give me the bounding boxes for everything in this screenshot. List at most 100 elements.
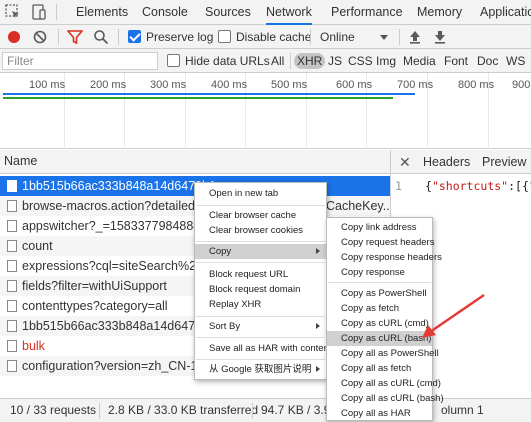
menu-item-sort-by-label: Sort By [209, 321, 241, 332]
overview-tick-label: 100 ms [29, 79, 66, 91]
file-icon [7, 320, 17, 332]
request-name: contenttypes?category=all [22, 299, 168, 313]
menu-item-copy-response-headers[interactable]: Copy response headers [327, 250, 442, 265]
menu-item-clear-cookies[interactable]: Clear browser cookies [195, 223, 326, 238]
request-name: configuration?version=zh_CN-157 [22, 359, 212, 373]
menu-separator [196, 205, 325, 206]
devtools-tab-bar: Elements Console Sources Network Perform… [0, 0, 531, 25]
filter-icon[interactable] [66, 29, 84, 48]
code-brace: { [425, 179, 432, 193]
response-code-text: {"shortcuts":[{"k [425, 176, 531, 196]
close-icon[interactable]: ✕ [399, 154, 411, 171]
menu-item-copy-all-curl-cmd[interactable]: Copy all as cURL (cmd) [327, 376, 441, 391]
filter-type-css[interactable]: CSS [345, 53, 376, 69]
menu-item-clear-cache[interactable]: Clear browser cache [195, 208, 326, 223]
tab-network[interactable]: Network [266, 0, 312, 25]
request-name: appswitcher?_=1583377984884 [22, 219, 201, 233]
clear-icon[interactable] [33, 30, 47, 47]
menu-item-copy[interactable]: Copy [195, 244, 326, 259]
context-menu: Open in new tab Clear browser cache Clea… [194, 182, 332, 380]
overview-download-bar [3, 97, 393, 99]
filter-type-img[interactable]: Img [373, 53, 399, 69]
export-har-icon[interactable] [433, 29, 447, 48]
menu-item-copy-response[interactable]: Copy response [327, 265, 432, 280]
request-name-tail: CacheKey... [326, 199, 391, 213]
status-separator [99, 403, 100, 419]
filter-type-xhr[interactable]: XHR [294, 53, 326, 69]
overview-tick-label: 900 ms [512, 79, 531, 91]
network-toolbar: Preserve log Disable cache Online [0, 25, 531, 49]
menu-separator [328, 282, 431, 283]
tab-separator [56, 4, 57, 20]
filter-input[interactable] [2, 52, 158, 70]
filter-type-font[interactable]: Font [441, 53, 471, 69]
throttling-value: Online [320, 30, 355, 44]
request-name: browse-macros.action?detailed=fa [22, 199, 213, 213]
menu-item-google-image-description[interactable]: 从 Google 获取图片说明 [195, 362, 326, 377]
device-toolbar-icon[interactable] [30, 3, 48, 21]
request-name: fields?filter=withUiSupport [22, 279, 167, 293]
transferred-size: 2.8 KB / 33.0 KB transferred [108, 403, 259, 417]
filter-type-all[interactable]: All [268, 53, 287, 69]
disable-cache-checkbox[interactable] [218, 30, 231, 43]
menu-item-copy-link[interactable]: Copy link address [327, 220, 432, 235]
chevron-right-icon [316, 248, 320, 254]
tab-preview[interactable]: Preview [482, 150, 526, 174]
inspect-element-icon[interactable] [4, 3, 22, 21]
menu-item-block-url[interactable]: Block request URL [195, 267, 326, 282]
overview-tick-label: 600 ms [336, 79, 373, 91]
cursor-column: olumn 1 [441, 403, 484, 417]
record-icon[interactable] [7, 30, 21, 47]
tab-headers[interactable]: Headers [423, 150, 470, 174]
filter-type-ws[interactable]: WS [503, 53, 528, 69]
menu-item-copy-request-headers[interactable]: Copy request headers [327, 235, 434, 250]
tab-application[interactable]: Application [480, 0, 531, 25]
menu-item-copy-all-fetch[interactable]: Copy all as fetch [327, 361, 432, 376]
toolbar-separator [399, 29, 400, 45]
request-name: expressions?cql=siteSearch%20~% [22, 259, 222, 273]
menu-item-copy-all-curl-bash[interactable]: Copy all as cURL (bash) [327, 391, 444, 406]
name-column-header[interactable]: Name [0, 150, 390, 174]
menu-item-replay-xhr[interactable]: Replay XHR [195, 297, 326, 312]
menu-separator [196, 337, 325, 338]
annotation-arrow-icon [422, 293, 485, 338]
resources-size: 94.7 KB / 3.9 [261, 403, 331, 417]
import-har-icon[interactable] [408, 29, 422, 48]
search-icon[interactable] [93, 29, 109, 48]
menu-separator [196, 262, 325, 263]
menu-item-copy-all-har[interactable]: Copy all as HAR [327, 406, 432, 421]
filter-type-media[interactable]: Media [400, 53, 439, 69]
network-overview[interactable]: 100 ms 200 ms 300 ms 400 ms 500 ms 600 m… [0, 73, 531, 149]
tab-performance[interactable]: Performance [331, 0, 403, 25]
overview-tick-label: 700 ms [397, 79, 434, 91]
chevron-right-icon [316, 366, 320, 372]
menu-item-copy-all-powershell[interactable]: Copy all as PowerShell [327, 346, 439, 361]
menu-item-save-har[interactable]: Save all as HAR with content [195, 341, 332, 356]
preserve-log-checkbox[interactable] [128, 30, 141, 43]
filter-separator [290, 53, 291, 69]
request-count: 10 / 33 requests [10, 403, 97, 417]
menu-item-block-domain[interactable]: Block request domain [195, 282, 326, 297]
menu-item-open-new-tab[interactable]: Open in new tab [195, 186, 326, 201]
hide-data-urls-checkbox[interactable] [167, 54, 180, 67]
file-icon [7, 200, 17, 212]
throttling-select[interactable]: Online [316, 28, 394, 46]
status-bar: 10 / 33 requests 2.8 KB / 33.0 KB transf… [0, 398, 531, 422]
overview-tick-label: 200 ms [90, 79, 127, 91]
filter-type-doc[interactable]: Doc [474, 53, 501, 69]
request-name: bulk [22, 339, 45, 353]
tab-console[interactable]: Console [142, 0, 188, 25]
filter-type-js[interactable]: JS [325, 53, 345, 69]
tab-elements[interactable]: Elements [76, 0, 128, 25]
tab-memory[interactable]: Memory [417, 0, 462, 25]
menu-separator [196, 359, 325, 360]
code-key: "shortcuts" [431, 179, 509, 193]
tab-sources[interactable]: Sources [205, 0, 251, 25]
menu-item-copy-label: Copy [209, 246, 232, 257]
overview-tick-label: 800 ms [458, 79, 495, 91]
menu-item-sort-by[interactable]: Sort By [195, 319, 326, 334]
file-icon [7, 240, 17, 252]
overview-tick-label: 500 ms [271, 79, 308, 91]
response-code-line: 1 {"shortcuts":[{"k [391, 176, 531, 196]
toolbar-separator [58, 29, 59, 45]
